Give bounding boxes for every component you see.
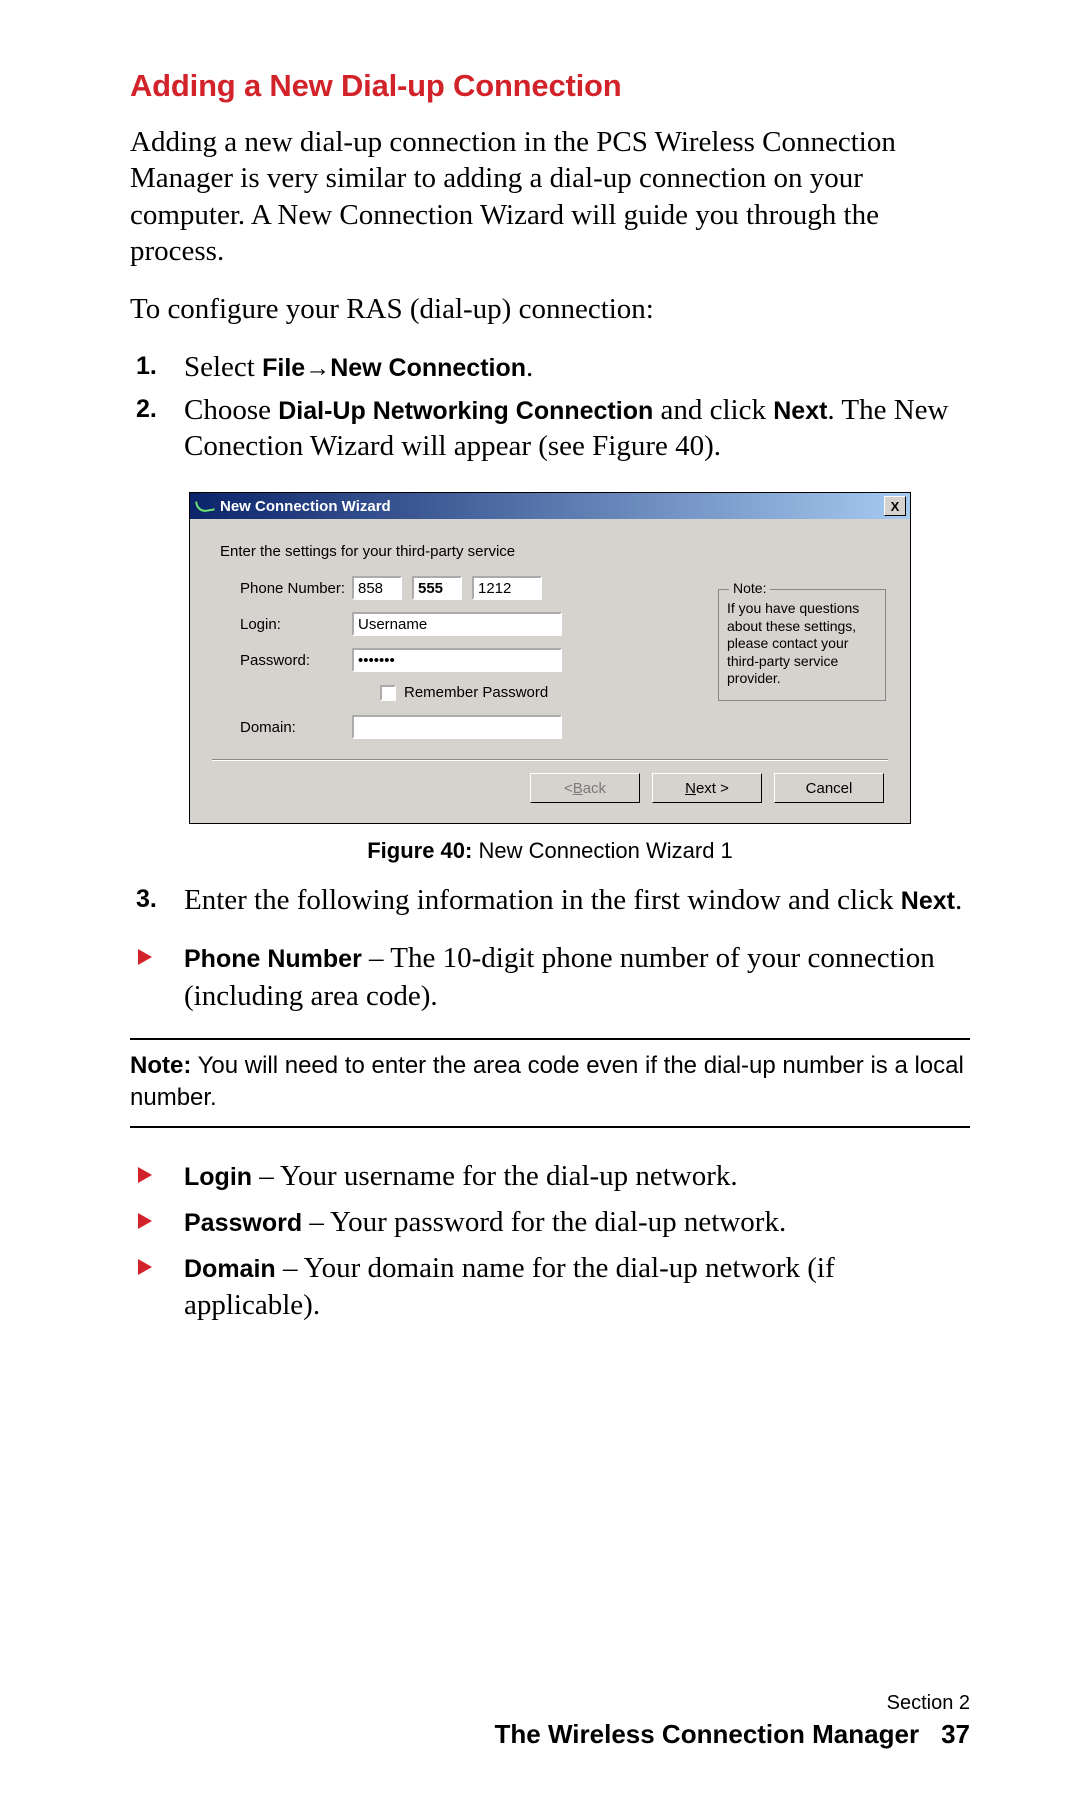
- label-phone: Phone Number:: [212, 580, 352, 597]
- page-number: 37: [941, 1719, 970, 1749]
- remember-checkbox[interactable]: [380, 685, 396, 701]
- section-heading: Adding a New Dial-up Connection: [130, 68, 970, 104]
- close-icon: X: [891, 499, 900, 514]
- new-connection-wizard-dialog: New Connection Wizard X Enter the settin…: [189, 492, 911, 824]
- footer-title: The Wireless Connection Manager: [495, 1719, 920, 1749]
- bullet-domain: Domain – Your domain name for the dial-u…: [130, 1250, 970, 1325]
- phone-area-input[interactable]: [352, 576, 402, 600]
- figure-caption: Figure 40: New Connection Wizard 1: [130, 838, 970, 864]
- domain-input[interactable]: [352, 715, 562, 739]
- password-input[interactable]: [352, 648, 562, 672]
- bullet-login: Login – Your username for the dial-up ne…: [130, 1158, 970, 1196]
- back-button[interactable]: < Back: [530, 773, 640, 803]
- wizard-prompt: Enter the settings for your third-party …: [220, 543, 888, 560]
- label-password: Password:: [212, 652, 352, 669]
- note-frame: Note: If you have questions about these …: [718, 589, 886, 701]
- intro-paragraph: Adding a new dial-up connection in the P…: [130, 124, 970, 269]
- step-text: Select: [184, 351, 262, 383]
- close-button[interactable]: X: [884, 496, 906, 516]
- triangle-icon: [138, 949, 152, 965]
- button-ref-next: Next: [901, 887, 955, 915]
- window-title: New Connection Wizard: [220, 498, 391, 515]
- bullet-phone: Phone Number – The 10-digit phone number…: [130, 940, 970, 1015]
- separator: [212, 759, 888, 761]
- phone-prefix-input[interactable]: [412, 576, 462, 600]
- label-remember: Remember Password: [404, 684, 548, 701]
- note-frame-title: Note:: [729, 580, 770, 598]
- menu-new-connection: New Connection: [330, 354, 526, 382]
- footer-section: Section 2: [495, 1692, 970, 1715]
- step-text: Choose: [184, 394, 278, 426]
- step-text: Enter the following information in the f…: [184, 884, 901, 916]
- wizard-icon: [195, 499, 215, 514]
- bullet-password: Password – Your password for the dial-up…: [130, 1204, 970, 1242]
- cancel-button[interactable]: Cancel: [774, 773, 884, 803]
- step-number: 1.: [136, 351, 157, 382]
- phone-line-input[interactable]: [472, 576, 542, 600]
- lead-paragraph: To configure your RAS (dial-up) connecti…: [130, 291, 970, 327]
- step-2: 2. Choose Dial-Up Networking Connection …: [130, 392, 970, 465]
- login-input[interactable]: [352, 612, 562, 636]
- option-dialup: Dial-Up Networking Connection: [278, 397, 653, 425]
- next-button[interactable]: Next >: [652, 773, 762, 803]
- menu-file: File: [262, 354, 305, 382]
- step-number: 2.: [136, 394, 157, 425]
- note-frame-text: If you have questions about these settin…: [727, 600, 859, 686]
- page-footer: Section 2 The Wireless Connection Manage…: [495, 1692, 970, 1750]
- button-ref-next: Next: [773, 397, 827, 425]
- titlebar: New Connection Wizard X: [190, 493, 910, 519]
- triangle-icon: [138, 1259, 152, 1275]
- label-domain: Domain:: [212, 719, 352, 736]
- label-login: Login:: [212, 616, 352, 633]
- triangle-icon: [138, 1213, 152, 1229]
- step-number: 3.: [136, 884, 157, 915]
- step-3: 3. Enter the following information in th…: [130, 882, 970, 918]
- arrow-icon: →: [305, 354, 330, 382]
- note-block: Note: You will need to enter the area co…: [130, 1038, 970, 1129]
- step-1: 1. Select File→New Connection.: [130, 349, 970, 385]
- triangle-icon: [138, 1167, 152, 1183]
